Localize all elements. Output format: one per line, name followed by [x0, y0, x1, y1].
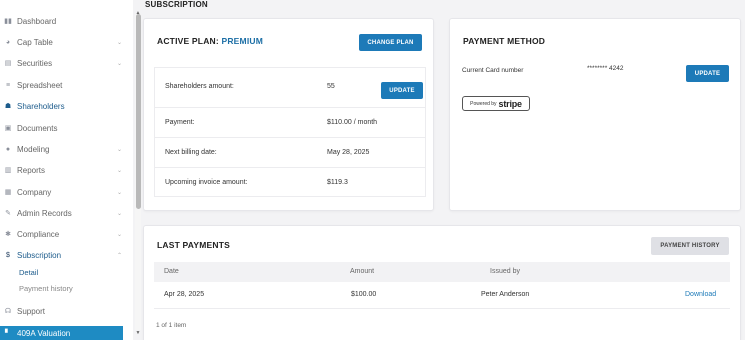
update-shareholders-button[interactable]: UPDATE [381, 82, 423, 99]
sidebar-item-label: Spreadsheet [17, 81, 63, 90]
sidebar-item-company[interactable]: ▦ Company ⌄ [0, 182, 133, 203]
sidebar-item-409a-valuation[interactable]: ▘ 409A Valuation [0, 326, 123, 340]
sidebar-item-label: Subscription [17, 251, 62, 260]
shield-icon: ✱ [5, 230, 11, 238]
payment-date: Apr 28, 2025 [164, 291, 205, 298]
sidebar-item-modeling[interactable]: ● Modeling ⌄ [0, 139, 133, 160]
chevron-up-icon: ⌃ [117, 253, 123, 259]
change-plan-button[interactable]: CHANGE PLAN [359, 34, 422, 51]
sidebar-scrollbar[interactable]: ▲ ▼ [135, 10, 141, 336]
sidebar: ▮▮ Dashboard ◕ Cap Table ⌄ ▤ Securities … [0, 0, 133, 340]
scroll-down-arrow-icon[interactable]: ▼ [135, 330, 141, 336]
valuation-icon: ▘ [5, 330, 11, 337]
last-payments-card: LAST PAYMENTS PAYMENT HISTORY Date Amoun… [143, 225, 741, 340]
plan-details-box: Shareholders amount: 55 UPDATE Payment: … [154, 67, 426, 197]
chevron-down-icon: ⌄ [117, 168, 123, 174]
payment-history-button[interactable]: PAYMENT HISTORY [651, 237, 729, 255]
row-divider [155, 167, 425, 168]
update-card-button[interactable]: UPDATE [686, 65, 729, 82]
column-header-amount[interactable]: Amount [350, 268, 374, 275]
stripe-logo: stripe [498, 98, 523, 109]
payment-method-heading: PAYMENT METHOD [463, 36, 546, 46]
building-icon: ▦ [4, 188, 12, 196]
plan-name: PREMIUM [221, 36, 264, 46]
shareholders-amount-label: Shareholders amount: [165, 83, 234, 90]
person-icon: ☗ [4, 102, 12, 110]
sidebar-item-label: Shareholders [17, 102, 65, 111]
payment-label: Payment: [165, 119, 195, 126]
sidebar-item-label: Support [17, 307, 46, 316]
sidebar-item-reports[interactable]: ▥ Reports ⌄ [0, 160, 133, 181]
chevron-down-icon: ⌄ [117, 147, 123, 153]
column-header-date[interactable]: Date [164, 268, 179, 275]
last-payments-heading: LAST PAYMENTS [157, 240, 230, 250]
sidebar-subitem-detail[interactable]: Detail [19, 268, 38, 277]
page-title: SUBSCRIPTION [145, 0, 208, 9]
active-plan-label: ACTIVE PLAN: [157, 36, 219, 46]
chevron-down-icon: ⌄ [117, 211, 123, 217]
document-icon: ▤ [4, 59, 12, 67]
next-billing-value: May 28, 2025 [327, 149, 370, 156]
chevron-down-icon: ⌄ [117, 40, 123, 46]
row-divider [155, 107, 425, 108]
sidebar-item-cap-table[interactable]: ◕ Cap Table ⌄ [0, 32, 133, 53]
column-header-issued-by[interactable]: Issued by [490, 268, 520, 275]
payment-value: $110.00 / month [327, 119, 378, 126]
sidebar-item-label: Documents [17, 124, 58, 133]
sidebar-item-label: 409A Valuation [17, 328, 71, 338]
next-billing-label: Next billing date: [165, 149, 217, 156]
sidebar-item-label: Dashboard [17, 17, 57, 26]
sidebar-item-dashboard[interactable]: ▮▮ Dashboard [0, 11, 133, 32]
shareholders-amount-value: 55 [327, 83, 335, 90]
bars-icon: ▮▮ [4, 17, 12, 25]
table-header: Date Amount Issued by [154, 262, 730, 282]
list-icon: ≡ [5, 81, 11, 89]
sidebar-item-subscription[interactable]: $ Subscription ⌃ [0, 245, 133, 266]
row-divider [155, 137, 425, 138]
pagination-count: 1 of 1 item [156, 322, 187, 329]
payment-amount: $100.00 [351, 291, 377, 298]
sidebar-item-spreadsheet[interactable]: ≡ Spreadsheet [0, 75, 133, 96]
app: ▮▮ Dashboard ◕ Cap Table ⌄ ▤ Securities … [0, 0, 745, 340]
sidebar-item-admin-records[interactable]: ✎ Admin Records ⌄ [0, 203, 133, 224]
upcoming-invoice-value: $119.3 [327, 179, 348, 186]
active-plan-heading: ACTIVE PLAN: PREMIUM [157, 36, 263, 46]
sidebar-item-securities[interactable]: ▤ Securities ⌄ [0, 53, 133, 74]
sidebar-item-label: Company [17, 188, 52, 197]
row-divider [154, 308, 730, 309]
bulb-icon: ● [5, 145, 11, 153]
powered-by-stripe-badge: Powered by stripe [462, 96, 530, 111]
pie-chart-icon: ◕ [5, 38, 11, 46]
payment-issued-by: Peter Anderson [481, 291, 530, 298]
folder-icon: ▣ [4, 124, 12, 132]
card-number-value: ******** 4242 [587, 65, 624, 72]
sidebar-item-compliance[interactable]: ✱ Compliance ⌄ [0, 224, 133, 245]
stripe-powered-text: Powered by [470, 100, 497, 107]
sidebar-item-shareholders[interactable]: ☗ Shareholders [0, 96, 133, 117]
sidebar-item-label: Modeling [17, 145, 50, 154]
chevron-down-icon: ⌄ [117, 190, 123, 196]
card-number-label: Current Card number [462, 67, 524, 74]
sidebar-item-label: Securities [17, 59, 53, 68]
sidebar-subitem-payment-history[interactable]: Payment history [19, 284, 73, 293]
payment-method-card: PAYMENT METHOD Current Card number *****… [449, 18, 741, 211]
sidebar-item-label: Reports [17, 166, 46, 175]
upcoming-invoice-label: Upcoming invoice amount: [165, 179, 248, 186]
dollar-icon: $ [6, 251, 10, 259]
sidebar-item-label: Cap Table [17, 38, 53, 47]
report-icon: ▥ [4, 166, 12, 174]
chevron-down-icon: ⌄ [117, 232, 123, 238]
download-link[interactable]: Download [685, 291, 716, 298]
sidebar-item-label: Admin Records [17, 209, 72, 218]
sidebar-item-documents[interactable]: ▣ Documents [0, 118, 133, 139]
scroll-thumb[interactable] [136, 14, 141, 209]
sidebar-item-label: Compliance [17, 230, 60, 239]
support-icon: ☊ [4, 307, 12, 315]
chevron-down-icon: ⌄ [117, 61, 123, 67]
active-plan-card: ACTIVE PLAN: PREMIUM CHANGE PLAN Shareho… [143, 18, 434, 211]
sidebar-item-support[interactable]: ☊ Support [0, 301, 133, 322]
pen-icon: ✎ [5, 209, 11, 217]
